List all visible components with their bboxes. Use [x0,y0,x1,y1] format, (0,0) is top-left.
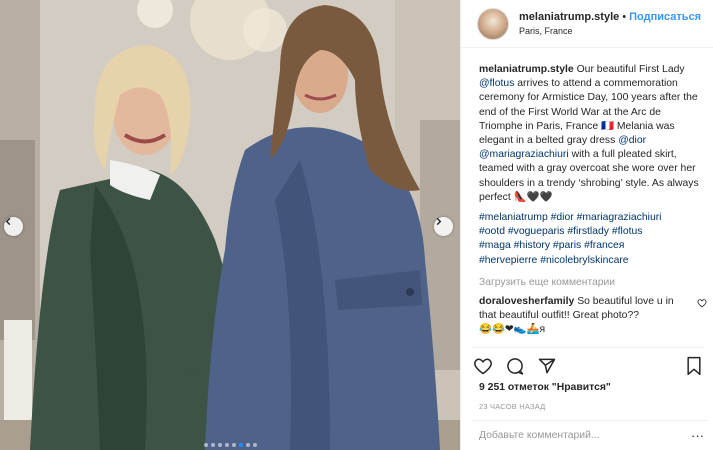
post-side-panel: melaniatrump.style • Подписаться Paris, Fr… [460,0,713,450]
hashtags: #melaniatrump #dior #mariagrazi­achiuri … [479,211,707,268]
mention-flotus[interactable]: @flotus [479,78,514,89]
post-photo[interactable] [0,0,460,450]
avatar[interactable] [477,7,509,40]
post-timestamp[interactable]: 23 ЧАСОВ НАЗАД [479,402,545,411]
heart-icon[interactable] [473,356,493,376]
heart-icon[interactable] [697,298,707,308]
header-line: melaniatrump.style • Подписаться [519,11,701,23]
hashtag-line[interactable]: #melaniatrump #dior #mariagrazi­achiuri [479,211,707,225]
hashtag-line[interactable]: #ootd #vogueparis #firstlady #flotus [479,225,707,239]
mention-mariagraziachiuri[interactable]: @mariagraziachiuri [479,149,569,160]
carousel-dot [203,443,208,447]
add-comment-bar: ··· [473,420,708,450]
separator: • [622,11,627,23]
add-comment-input[interactable] [479,430,691,441]
hashtag-line[interactable]: #maga #history #paris #franceя [479,239,707,253]
instagram-post: melaniatrump.style • Подписаться Paris, Fr… [0,0,713,450]
header-text: melaniatrump.style • Подписаться Paris, Fr… [519,11,701,36]
follow-button[interactable]: Подписаться [629,11,701,23]
carousel-indicator [0,443,460,447]
hashtag-line[interactable]: #hervepierre #nicolebrylskincare [479,254,707,268]
next-photo-button[interactable] [434,217,453,236]
comment-username[interactable]: doralovesherfamily [479,296,574,307]
post-caption: melaniatrump.style Our beautiful First L… [479,63,707,268]
carousel-dot [210,443,215,447]
comment-icon[interactable] [505,356,525,376]
caption-username[interactable]: melaniatrump.style [479,64,574,75]
more-options-button[interactable]: ··· [691,428,704,443]
action-bar [473,347,703,381]
bookmark-icon[interactable] [685,356,703,376]
location-link[interactable]: Paris, France [519,26,701,36]
chevron-right-icon [436,217,442,226]
comment-item: doralovesherfamily So beautiful love u i… [479,295,707,338]
chevron-left-icon [5,217,11,226]
share-icon[interactable] [537,356,557,376]
carousel-dot [217,443,222,447]
likes-count[interactable]: 9 251 отметок "Нравится" [479,382,611,393]
load-more-comments-button[interactable]: Загрузить еще комментарии [479,276,707,290]
author-username[interactable]: melaniatrump.style [519,11,619,23]
post-header: melaniatrump.style • Подписаться Paris, Fr… [461,0,713,48]
carousel-dot [238,443,243,447]
comment-body: doralovesherfamily So beautiful love u i… [479,295,691,338]
comment-emojis: 😂😂❤👟🚣я [479,324,546,336]
comments-section: melaniatrump.style Our beautiful First L… [479,63,707,338]
carousel-dot [224,443,229,447]
caption-text: Our beautiful First Lady [576,64,685,75]
carousel-dot [245,443,250,447]
mention-dior[interactable]: @dior [618,135,646,146]
carousel-dot [252,443,257,447]
photo-illustration [0,0,460,450]
carousel-dot [231,443,236,447]
previous-photo-button[interactable] [4,217,23,236]
